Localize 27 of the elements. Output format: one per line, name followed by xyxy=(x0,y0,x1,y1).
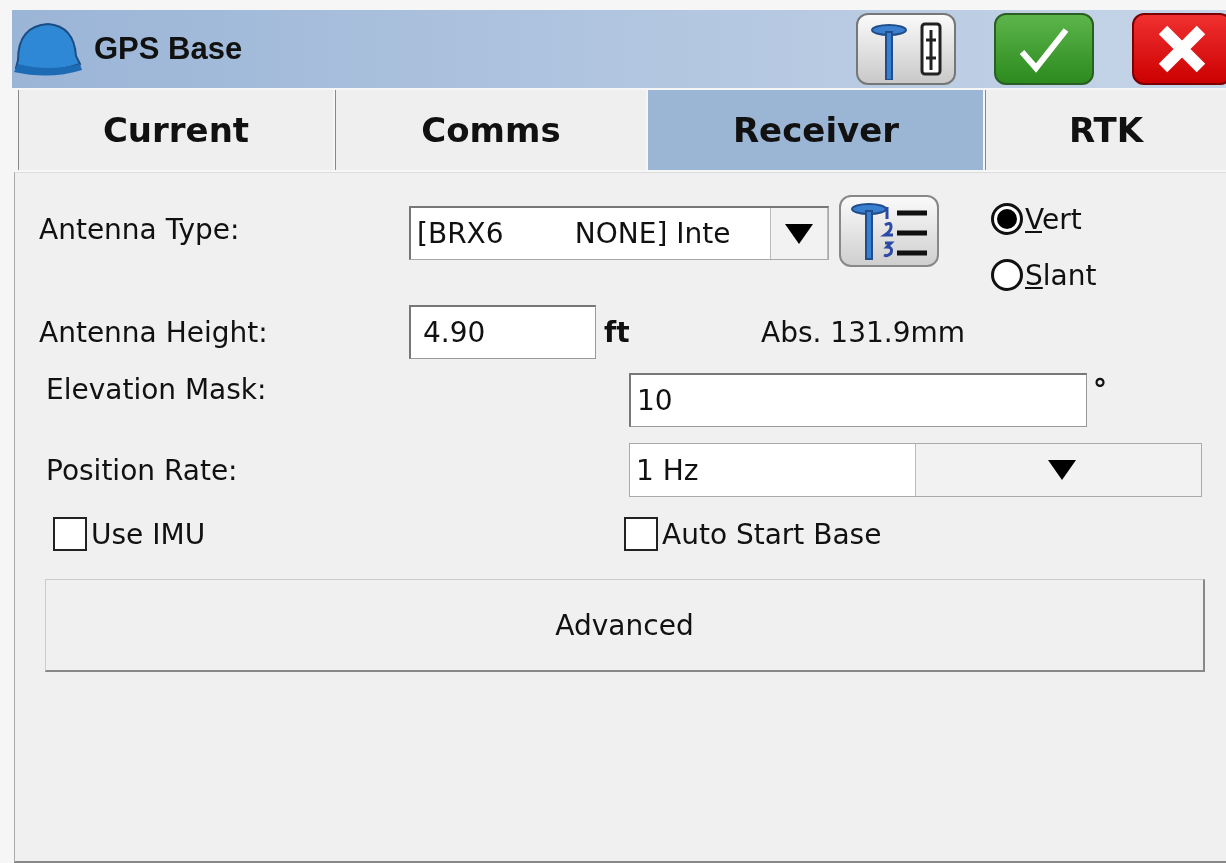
antenna-button[interactable] xyxy=(856,13,956,85)
dropdown-arrow-icon xyxy=(1045,458,1078,482)
absolute-height-text: Abs. 131.9mm xyxy=(761,315,966,349)
tab[interactable]: RTK xyxy=(985,90,1226,170)
dropdown-arrow-icon xyxy=(783,221,815,246)
ok-button[interactable] xyxy=(994,13,1094,85)
checkbox[interactable]: Auto Start Base xyxy=(624,517,882,551)
antenna-type-dropdown[interactable]: [BRX6 NONE] Inte xyxy=(409,206,829,260)
position-rate-dropdown[interactable]: 1 Hz xyxy=(629,443,1202,497)
advanced-button[interactable]: Advanced xyxy=(45,579,1205,672)
antenna-height-field[interactable]: 4.90 xyxy=(409,305,596,359)
radio-button[interactable]: Vert xyxy=(991,199,1097,239)
degree-label: ° xyxy=(1093,373,1107,406)
field-label: Antenna Height: xyxy=(39,315,269,349)
antenna-list-button[interactable] xyxy=(839,195,939,267)
tab[interactable]: Receiver xyxy=(648,90,983,170)
field-label: Antenna Type: xyxy=(39,213,241,246)
tab[interactable]: Current xyxy=(18,90,333,170)
field-label: Elevation Mask: xyxy=(46,373,268,406)
tab[interactable]: Comms xyxy=(335,90,646,170)
close-button[interactable] xyxy=(1132,13,1226,85)
checkbox[interactable]: Use IMU xyxy=(53,517,624,551)
elevation-mask-field[interactable]: 10 xyxy=(629,373,1087,427)
window-title: GPS Base xyxy=(94,31,244,67)
field-label: Position Rate: xyxy=(46,453,239,487)
radio-button[interactable]: Slant xyxy=(991,255,1097,295)
unit-label: ft xyxy=(604,315,631,349)
